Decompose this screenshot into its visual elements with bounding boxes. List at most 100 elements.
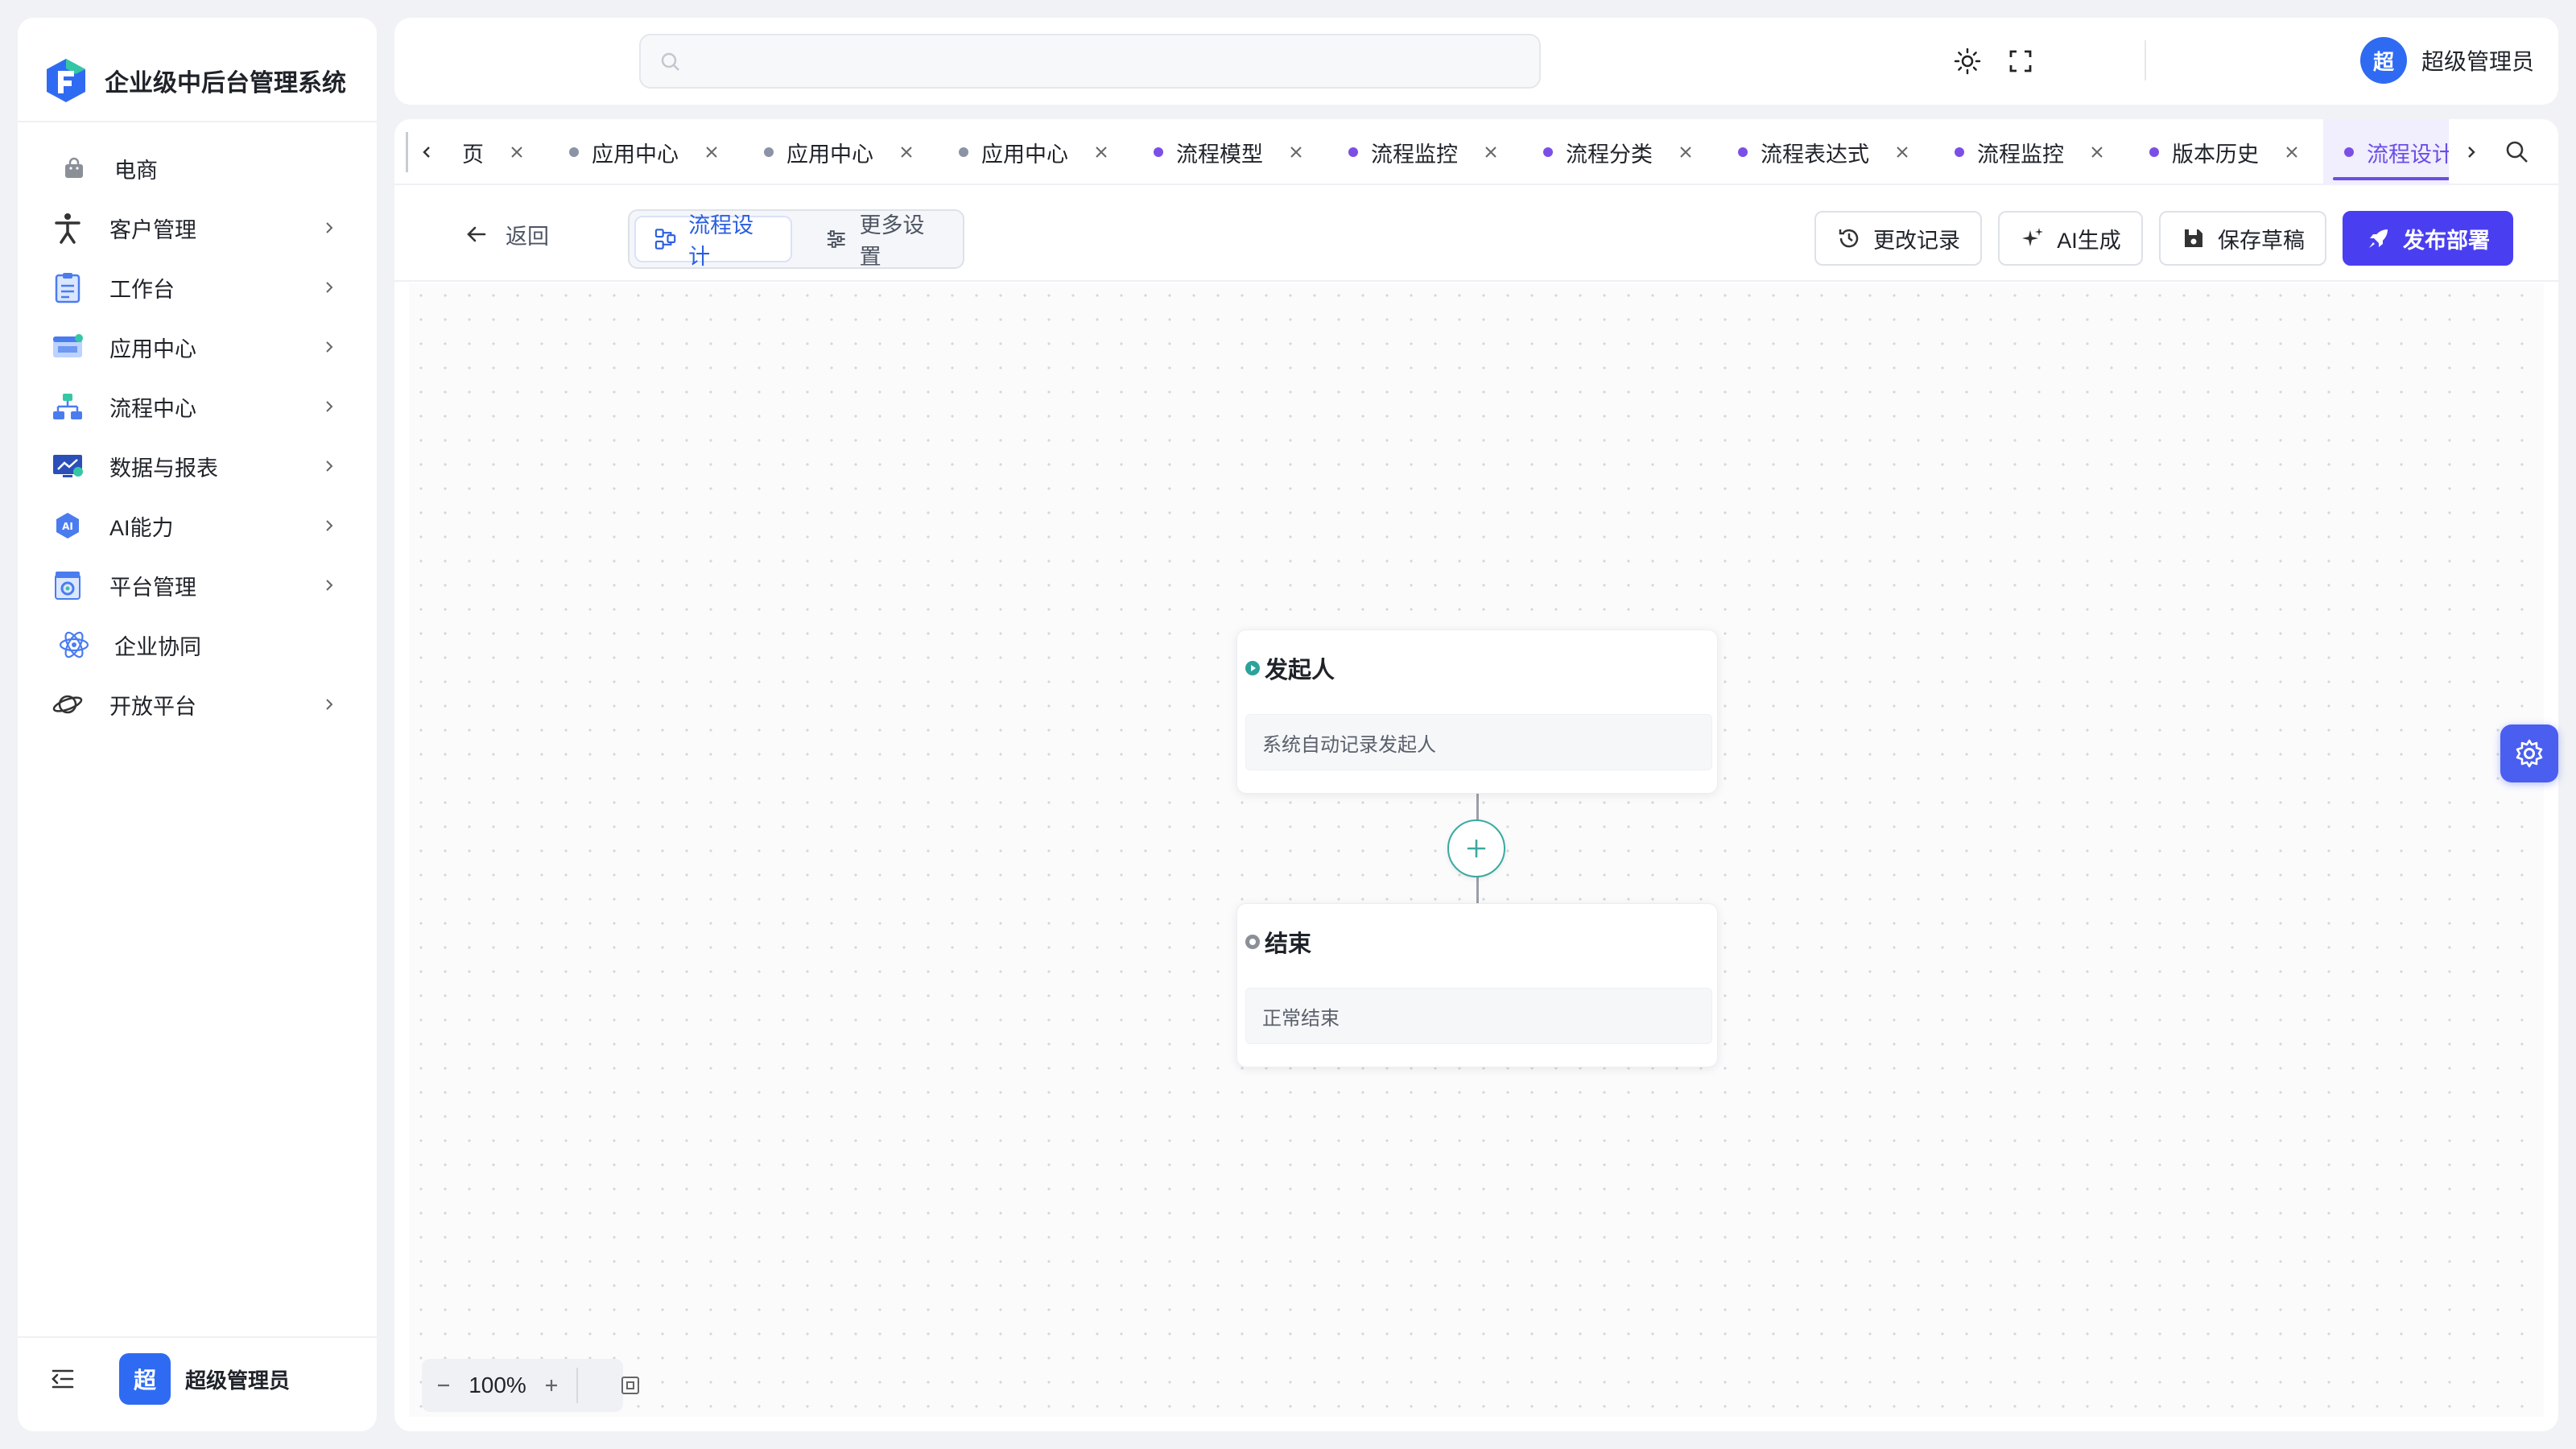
close-icon[interactable]: [703, 143, 720, 161]
search-input[interactable]: [639, 34, 1541, 89]
history-icon: [1839, 229, 1859, 248]
tab-item[interactable]: 版本历史: [2128, 119, 2317, 185]
app-title: 企业级中后台管理系统: [105, 70, 346, 97]
sparkles-icon: [2022, 228, 2044, 246]
tab-item[interactable]: 流程监控: [1934, 119, 2122, 185]
publish-deploy-button[interactable]: 发布部署: [2343, 211, 2513, 266]
sidebar-item-platform[interactable]: 平台管理: [18, 555, 377, 615]
flow-canvas[interactable]: 发起人 系统自动记录发起人 结束 正常结束 100%: [409, 283, 2544, 1417]
tab-status-dot: [1738, 147, 1748, 157]
sidebar-item-app-center[interactable]: 应用中心: [18, 317, 377, 377]
tab-item[interactable]: 流程表达式: [1717, 119, 1927, 185]
tabs-viewport: 页 应用中心 应用中心 应用中心 流程模型 流程监控 流程分类 流程表达式 流程监控 版本历史 流程…: [446, 119, 2449, 185]
app-window-icon: [50, 329, 85, 365]
close-icon[interactable]: [1677, 143, 1695, 161]
save-draft-button[interactable]: 保存草稿: [2159, 211, 2326, 266]
sidebar-item-label: 平台管理: [109, 575, 196, 600]
close-icon[interactable]: [898, 143, 915, 161]
close-icon[interactable]: [2283, 143, 2301, 161]
tab-status-dot: [2344, 147, 2354, 157]
tab-item[interactable]: 流程模型: [1133, 119, 1321, 185]
tabs-scroll-right-button[interactable]: [2450, 132, 2491, 172]
sidebar-item-workbench[interactable]: 工作台: [18, 258, 377, 317]
tab-item[interactable]: 流程分类: [1522, 119, 1711, 185]
chevron-right-icon: [2468, 147, 2475, 158]
report-icon: [50, 448, 85, 484]
ai-generate-button[interactable]: AI生成: [1998, 211, 2143, 266]
sidebar: 企业级中后台管理系统 电商 客户管理 工作台 应用中心 流程中心 数据与报表 A…: [18, 18, 377, 1431]
divider: [576, 1368, 578, 1403]
tab-item[interactable]: 应用中心: [548, 119, 737, 185]
sidebar-item-open-platform[interactable]: 开放平台: [18, 675, 377, 734]
zoom-in-button[interactable]: [530, 1364, 573, 1407]
gear-icon: [2516, 739, 2543, 768]
clipboard-icon: [50, 270, 85, 305]
play-circle-icon: [1245, 661, 1260, 675]
user-menu[interactable]: 超 超级管理员: [2359, 37, 2534, 84]
node-title: 发起人: [1265, 658, 1335, 683]
tab-status-dot: [569, 147, 579, 157]
theme-toggle-sun-icon[interactable]: [1953, 47, 1982, 76]
tab-more-settings-label: 更多设置: [859, 213, 925, 269]
user-name: 超级管理员: [185, 1368, 291, 1393]
tab-label: 应用中心: [981, 142, 1068, 167]
tab-label: 应用中心: [592, 142, 679, 167]
rocket-icon: [2369, 229, 2388, 248]
node-title: 结束: [1265, 931, 1312, 957]
tab-flow-design[interactable]: 流程设计: [634, 213, 792, 269]
chevron-right-icon: [326, 222, 333, 233]
sidebar-item-ai[interactable]: AI AI能力: [18, 496, 377, 555]
sidebar-item-label: 数据与报表: [109, 456, 218, 481]
close-icon[interactable]: [1287, 143, 1305, 161]
sidebar-item-flow-center[interactable]: 流程中心: [18, 377, 377, 436]
tab-label: 应用中心: [786, 142, 873, 167]
brand[interactable]: 企业级中后台管理系统: [42, 40, 346, 121]
divider: [2145, 40, 2146, 80]
tab-item[interactable]: 应用中心: [743, 119, 931, 185]
sidebar-item-data-reports[interactable]: 数据与报表: [18, 436, 377, 496]
tab-label: 页: [462, 142, 484, 167]
sidebar-item-collaboration[interactable]: 企业协同: [18, 615, 377, 675]
node-description: 系统自动记录发起人: [1262, 733, 1436, 756]
back-label: 返回: [506, 224, 549, 249]
tab-label: 版本历史: [2172, 142, 2259, 167]
change-history-button[interactable]: 更改记录: [1814, 211, 1982, 266]
fit-view-button[interactable]: [609, 1365, 652, 1406]
avatar[interactable]: 超: [119, 1353, 171, 1405]
close-icon[interactable]: [1092, 143, 1110, 161]
platform-icon: [50, 568, 85, 603]
collapse-menu-icon[interactable]: [47, 1363, 79, 1395]
sidebar-item-ecommerce[interactable]: 电商: [18, 138, 377, 198]
tab-more-settings[interactable]: 更多设置: [807, 213, 963, 269]
fullscreen-icon[interactable]: [2006, 47, 2035, 76]
zoom-out-button[interactable]: [422, 1364, 465, 1407]
tabs: 页 应用中心 应用中心 应用中心 流程模型 流程监控 流程分类 流程表达式 流程监控 版本历史 流程…: [446, 119, 2449, 185]
tab-item[interactable]: 应用中心: [938, 119, 1126, 185]
search-icon[interactable]: [2504, 138, 2531, 166]
tab-bar: 页 应用中心 应用中心 应用中心 流程模型 流程监控 流程分类 流程表达式 流程监控 版本历史 流程…: [394, 119, 2558, 185]
end-node[interactable]: 结束 正常结束: [1236, 903, 1718, 1067]
tabs-scroll-left-button[interactable]: [406, 132, 446, 172]
planet-icon: [50, 687, 85, 722]
divider: [18, 1336, 377, 1338]
sidebar-item-customers[interactable]: 客户管理: [18, 198, 377, 258]
start-node[interactable]: 发起人 系统自动记录发起人: [1236, 630, 1718, 794]
back-button[interactable]: 返回: [464, 216, 549, 253]
sidebar-item-label: 企业协同: [114, 634, 201, 659]
tab-item[interactable]: 流程设计: [2323, 119, 2449, 185]
close-icon[interactable]: [2088, 143, 2106, 161]
tab-status-dot: [1154, 147, 1163, 157]
close-icon[interactable]: [1482, 143, 1500, 161]
tab-item[interactable]: 页: [446, 119, 542, 185]
close-icon[interactable]: [508, 143, 526, 161]
divider: [18, 121, 377, 122]
close-icon[interactable]: [1893, 143, 1911, 161]
zoom-controls: 100%: [422, 1359, 639, 1412]
floating-settings-button[interactable]: [2500, 724, 2558, 782]
add-node-button[interactable]: [1447, 819, 1505, 877]
node-description: 正常结束: [1262, 1007, 1340, 1030]
svg-text:AI: AI: [62, 521, 73, 532]
tab-item[interactable]: 流程监控: [1327, 119, 1516, 185]
chevron-right-icon: [326, 401, 333, 412]
plus-icon: [546, 1380, 557, 1391]
